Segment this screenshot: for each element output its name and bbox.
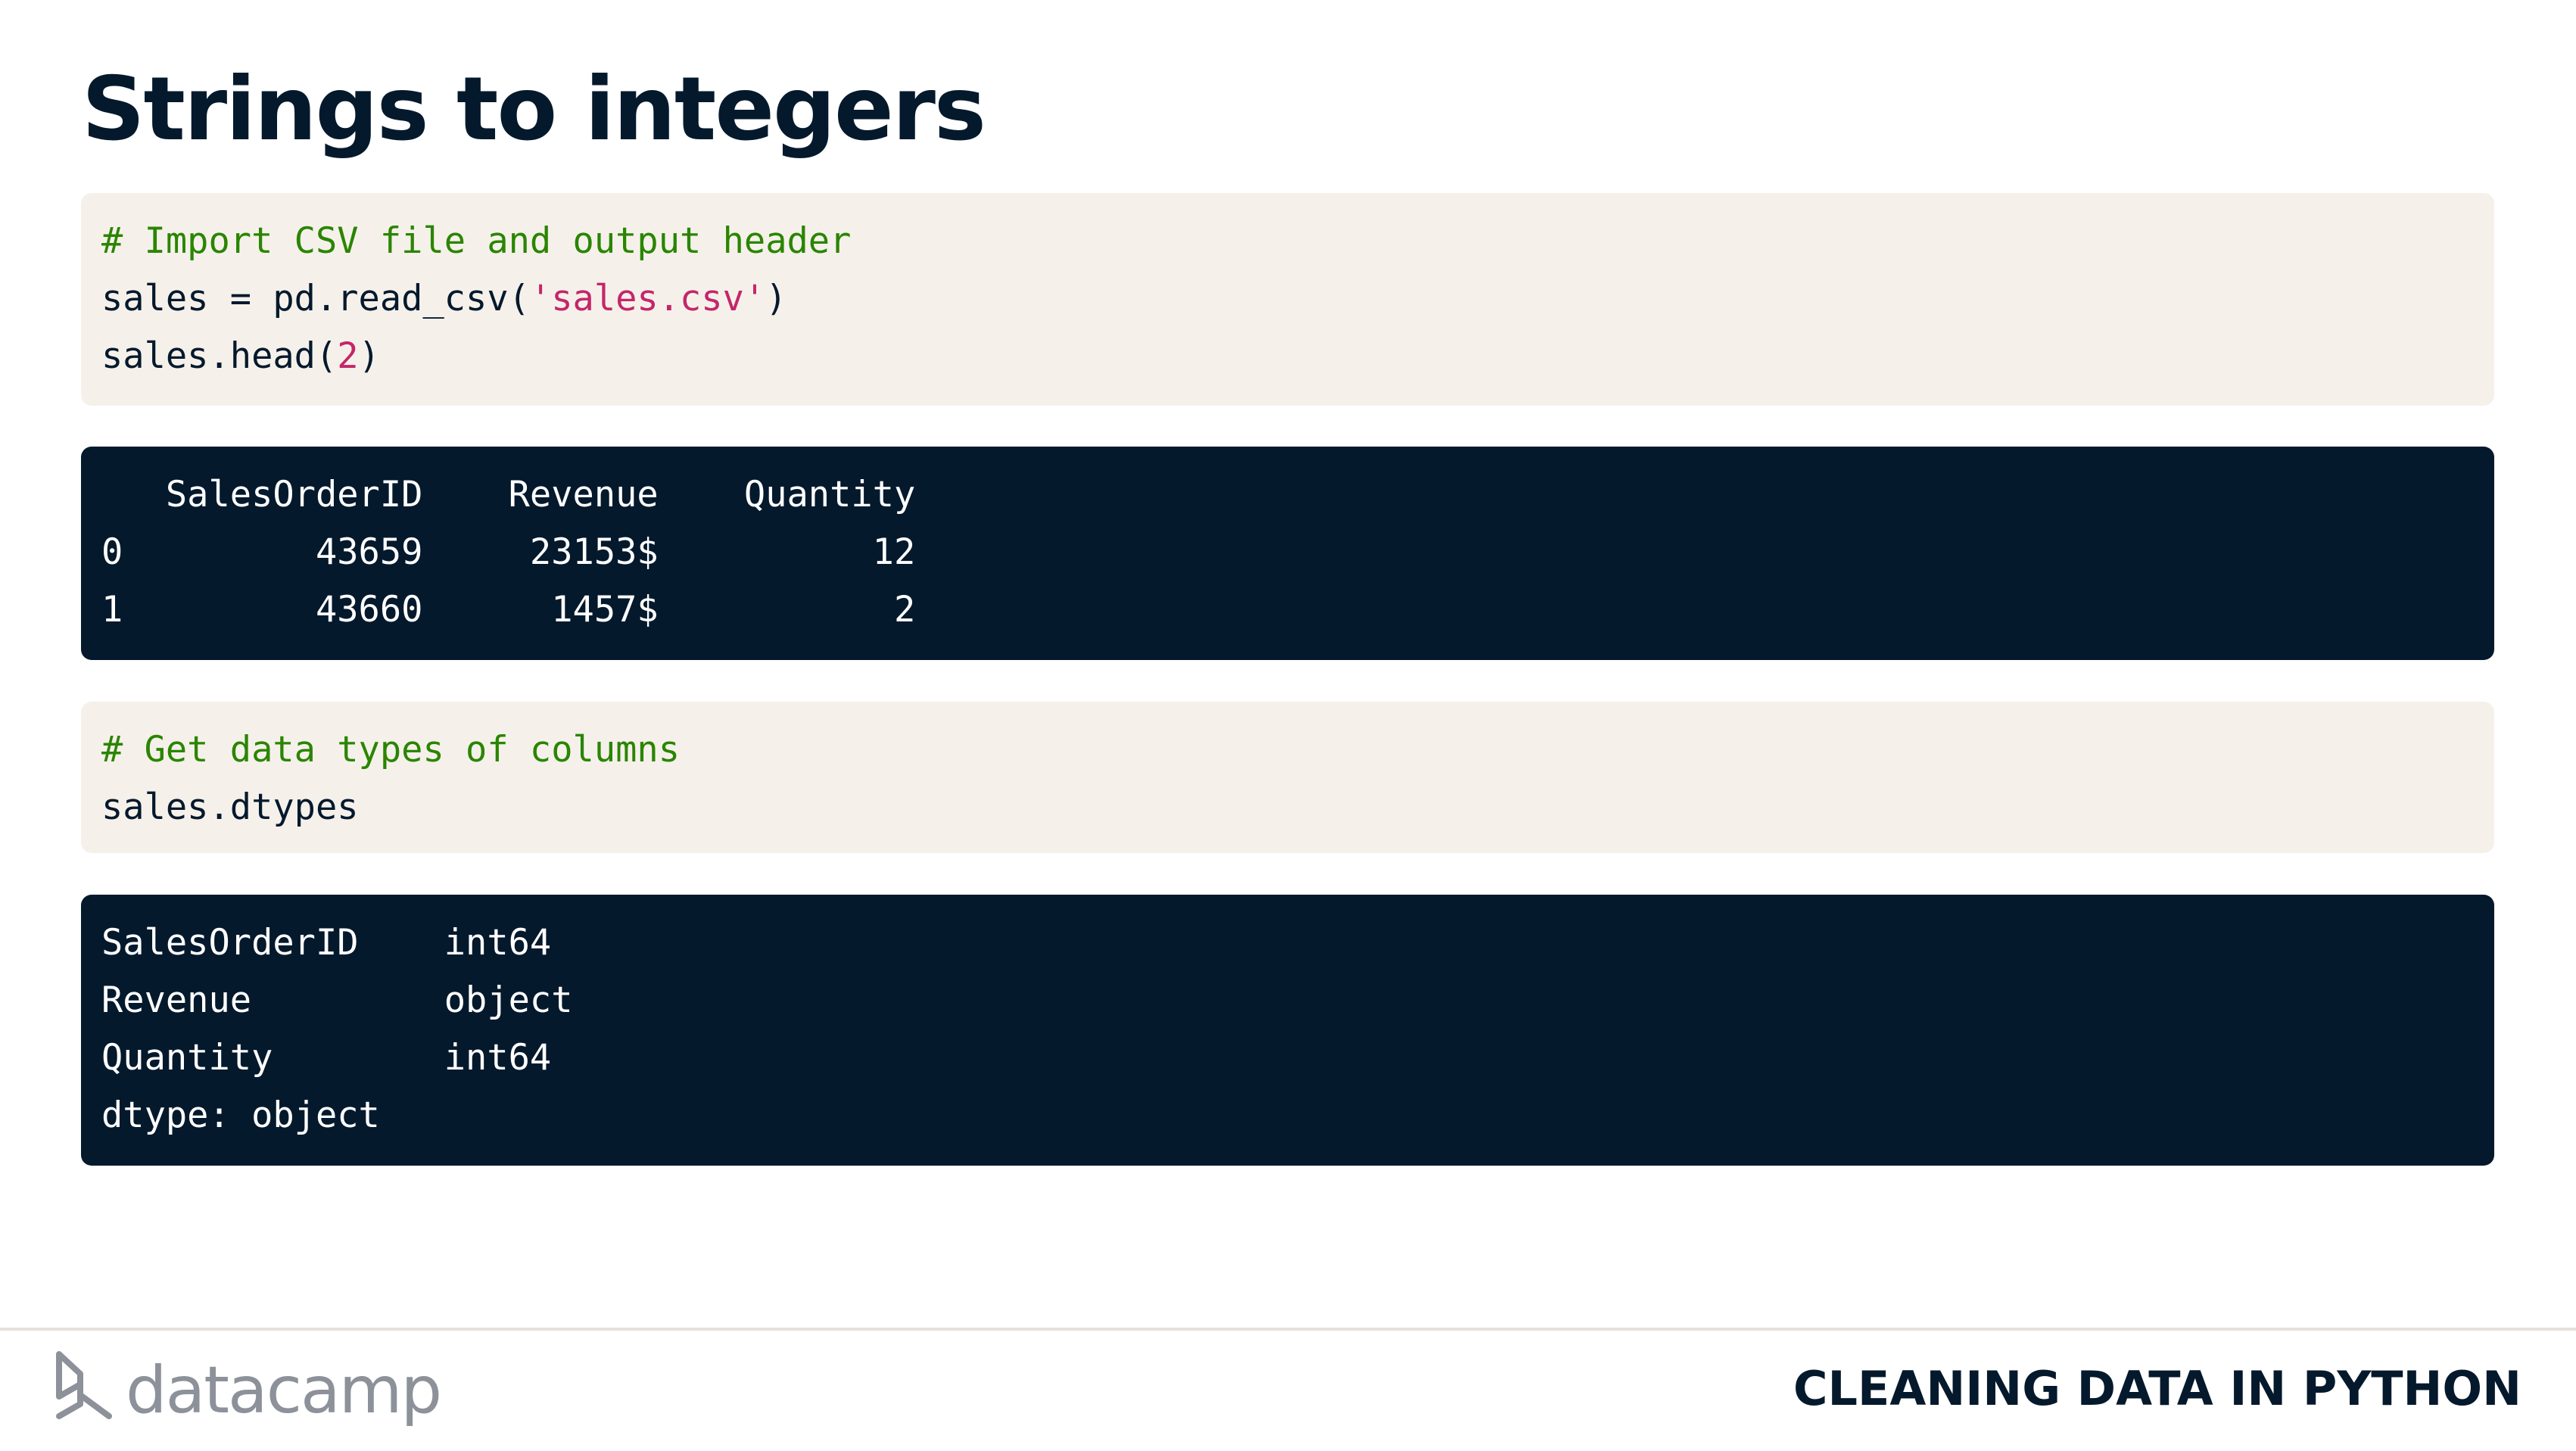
code-token-string: 'sales.csv' [529,278,766,319]
code-line: 1 43660 1457$ 2 [101,581,2494,639]
code-input-import: # Import CSV file and output header sales… [81,193,2494,406]
code-token: ) [765,278,787,319]
code-line: SalesOrderID int64 [101,914,2494,972]
code-token: sales.head( [101,335,338,377]
code-token: 1 43660 1457$ 2 [101,589,916,631]
code-token: SalesOrderID int64 [101,922,552,964]
code-lines: SalesOrderID Revenue Quantity 0 43659 231… [101,466,2494,639]
code-token: Revenue object [101,979,573,1021]
code-token: sales.dtypes [101,786,359,828]
code-line: Quantity int64 [101,1029,2494,1087]
code-lines: # Get data types of columns sales.dtypes [101,721,2494,836]
code-line: Revenue object [101,972,2494,1029]
course-title: CLEANING DATA IN PYTHON [1793,1361,2521,1416]
code-token: dtype: object [101,1094,380,1136]
slide-title: Strings to integers [82,58,986,160]
code-lines: SalesOrderID int64 Revenue object Quantity… [101,914,2494,1144]
code-token: sales = pd.read_csv( [101,278,530,319]
code-line: # Get data types of columns [101,721,2494,779]
code-line: sales.head(2) [101,328,2494,385]
code-line: dtype: object [101,1087,2494,1144]
code-output-head: SalesOrderID Revenue Quantity 0 43659 231… [81,447,2494,660]
code-token-comment: # Import CSV file and output header [101,220,852,262]
code-line: # Import CSV file and output header [101,213,2494,270]
code-line: 0 43659 23153$ 12 [101,524,2494,581]
code-input-dtypes: # Get data types of columns sales.dtypes [81,702,2494,853]
code-line: sales.dtypes [101,779,2494,836]
footer-divider [0,1328,2576,1331]
code-token: ) [358,335,380,377]
code-token-number: 2 [337,335,359,377]
code-line: sales = pd.read_csv('sales.csv') [101,270,2494,328]
code-token: 0 43659 23153$ 12 [101,531,916,573]
code-token-comment: # Get data types of columns [101,729,681,771]
code-token: SalesOrderID Revenue Quantity [101,474,916,515]
brand-name: datacamp [126,1353,442,1428]
datacamp-logo-icon [53,1351,115,1430]
code-token: Quantity int64 [101,1037,552,1079]
code-output-dtypes: SalesOrderID int64 Revenue object Quantity… [81,895,2494,1166]
datacamp-brand[interactable]: datacamp [53,1349,442,1432]
code-line: SalesOrderID Revenue Quantity [101,466,2494,524]
code-lines: # Import CSV file and output header sales… [101,213,2494,385]
